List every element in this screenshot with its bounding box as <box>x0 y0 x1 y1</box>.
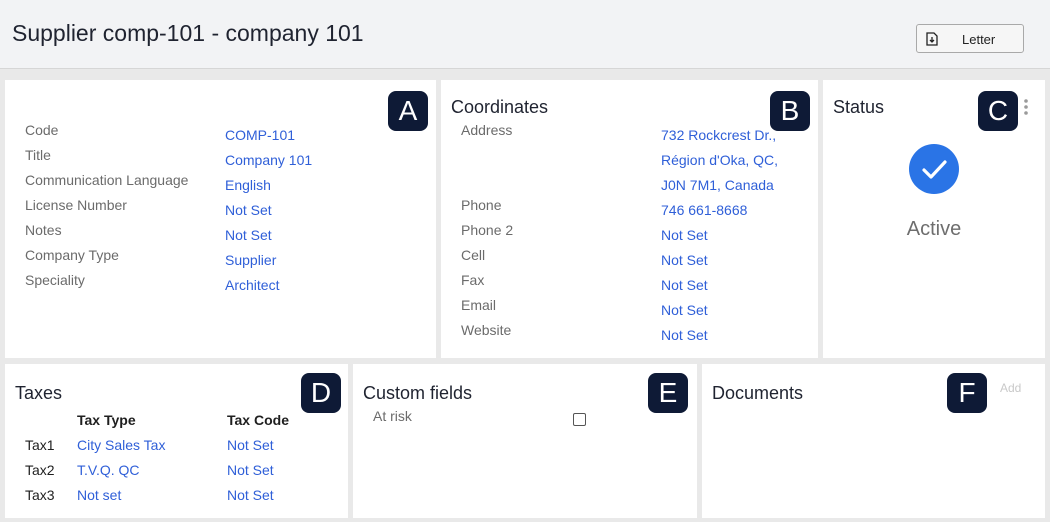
documents-card: Documents F Add <box>702 364 1045 518</box>
field-label: Cell <box>461 247 486 263</box>
at-risk-checkbox[interactable] <box>573 413 586 426</box>
taxes-table: Tax Type Tax Code Tax1 City Sales Tax No… <box>5 364 348 518</box>
badge-e: E <box>648 373 688 413</box>
add-document-link[interactable]: Add <box>1000 381 1021 395</box>
coordinates-card: Coordinates B Address 732 Rockcrest Dr.,… <box>441 80 818 358</box>
title-value[interactable]: Company 101 <box>225 148 312 173</box>
notes-value[interactable]: Not Set <box>225 223 312 248</box>
license-value[interactable]: Not Set <box>225 198 312 223</box>
badge-c: C <box>978 91 1018 131</box>
field-label: Title <box>25 147 51 163</box>
field-label: Code <box>25 122 59 138</box>
speciality-value[interactable]: Architect <box>225 273 312 298</box>
tax-row-name: Tax1 <box>25 437 55 453</box>
status-card: Status C Active <box>823 80 1045 358</box>
phone2-value[interactable]: Not Set <box>661 223 747 248</box>
tax-row-code[interactable]: Not Set <box>227 433 274 458</box>
field-label: Email <box>461 297 497 313</box>
field-label: Communication Language <box>25 172 189 188</box>
general-info-card: A Code Title Communication Language Lice… <box>5 80 436 358</box>
fax-value[interactable]: Not Set <box>661 273 747 298</box>
letter-button[interactable]: Letter <box>916 24 1024 53</box>
tax-row-name: Tax3 <box>25 487 55 503</box>
tax-row-code[interactable]: Not Set <box>227 483 274 508</box>
company-type-value[interactable]: Supplier <box>225 248 312 273</box>
address-line[interactable]: J0N 7M1, Canada <box>661 173 778 198</box>
status-value: Active <box>906 218 962 240</box>
field-label: Company Type <box>25 247 119 263</box>
language-value[interactable]: English <box>225 173 312 198</box>
tax-row-code[interactable]: Not Set <box>227 458 274 483</box>
page-header: Supplier comp-101 - company 101 Letter <box>0 0 1050 69</box>
phone-value[interactable]: 746 661-8668 <box>661 198 747 223</box>
tax-row-type[interactable]: T.V.Q. QC <box>77 458 140 483</box>
file-download-icon <box>926 32 938 46</box>
field-label: Phone <box>461 197 502 213</box>
field-label: Website <box>461 322 512 338</box>
coordinates-title: Coordinates <box>451 97 549 117</box>
column-header-tax-code: Tax Code <box>227 412 289 428</box>
custom-fields-title: Custom fields <box>363 383 473 403</box>
field-label: Fax <box>461 272 485 288</box>
documents-title: Documents <box>712 383 804 403</box>
taxes-card: Taxes D Tax Type Tax Code Tax1 City Sale… <box>5 364 348 518</box>
tax-row-type[interactable]: Not set <box>77 483 121 508</box>
status-check-icon <box>909 144 959 194</box>
more-options-icon[interactable] <box>1023 98 1029 116</box>
address-line[interactable]: 732 Rockcrest Dr., <box>661 123 778 148</box>
badge-f: F <box>947 373 987 413</box>
at-risk-label: At risk <box>373 408 412 424</box>
address-label: Address <box>461 122 513 138</box>
website-value[interactable]: Not Set <box>661 323 747 348</box>
cell-value[interactable]: Not Set <box>661 248 747 273</box>
column-header-tax-type: Tax Type <box>77 412 136 428</box>
tax-row-name: Tax2 <box>25 462 55 478</box>
field-label: Speciality <box>25 272 85 288</box>
field-label: License Number <box>25 197 127 213</box>
code-value[interactable]: COMP-101 <box>225 123 312 148</box>
status-title: Status <box>833 97 885 117</box>
letter-button-label: Letter <box>962 32 996 47</box>
page-title: Supplier comp-101 - company 101 <box>12 20 364 46</box>
email-value[interactable]: Not Set <box>661 298 747 323</box>
tax-row-type[interactable]: City Sales Tax <box>77 433 165 458</box>
field-label: Phone 2 <box>461 222 514 238</box>
field-label: Notes <box>25 222 62 238</box>
custom-fields-card: Custom fields E At risk <box>353 364 697 518</box>
badge-a: A <box>388 91 428 131</box>
address-line[interactable]: Région d'Oka, QC, <box>661 148 778 173</box>
